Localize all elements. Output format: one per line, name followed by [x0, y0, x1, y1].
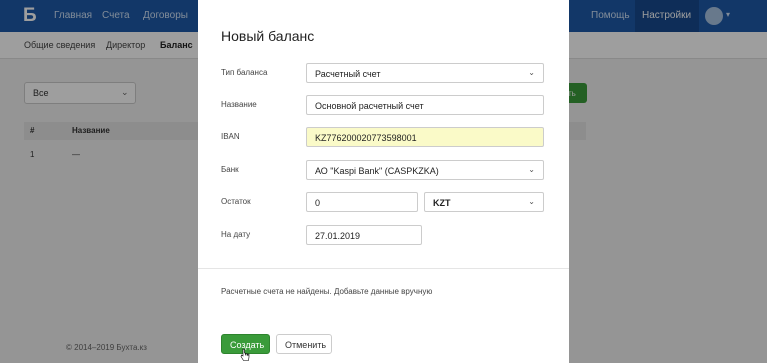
date-input-value: 27.01.2019 [315, 231, 361, 241]
iban-input[interactable]: KZ776200020773598001 [306, 127, 544, 147]
hand-cursor-icon [240, 348, 250, 361]
name-input[interactable]: Основной расчетный счет [306, 95, 544, 115]
name-label: Название [221, 100, 257, 109]
chevron-down-icon: ⌄ [528, 68, 535, 77]
cancel-button[interactable]: Отменить [276, 334, 332, 354]
new-balance-modal: Новый баланс Тип баланса Расчетный счет … [198, 0, 569, 363]
bank-label: Банк [221, 165, 239, 174]
name-input-value: Основной расчетный счет [315, 101, 424, 111]
balance-type-label: Тип баланса [221, 68, 268, 77]
chevron-down-icon: ⌄ [528, 197, 535, 206]
date-label: На дату [221, 230, 251, 239]
iban-label: IBAN [221, 132, 240, 141]
balance-amount-input[interactable]: 0 [306, 192, 418, 212]
chevron-down-icon: ⌄ [528, 165, 535, 174]
modal-divider [198, 268, 569, 269]
bank-select-value: АО "Kaspi Bank" (CASPKZKA) [315, 166, 439, 176]
iban-input-value: KZ776200020773598001 [315, 133, 417, 143]
date-input[interactable]: 27.01.2019 [306, 225, 422, 245]
currency-select-value: KZT [433, 198, 451, 208]
cancel-button-label: Отменить [285, 340, 327, 350]
currency-select[interactable]: KZT ⌄ [424, 192, 544, 212]
balance-type-value: Расчетный счет [315, 69, 381, 79]
balance-type-select[interactable]: Расчетный счет ⌄ [306, 63, 544, 83]
balance-label: Остаток [221, 197, 251, 206]
modal-title: Новый баланс [221, 28, 315, 44]
bank-select[interactable]: АО "Kaspi Bank" (CASPKZKA) ⌄ [306, 160, 544, 180]
balance-amount-value: 0 [315, 198, 321, 208]
no-accounts-note: Расчетные счета не найдены. Добавьте дан… [221, 287, 433, 296]
